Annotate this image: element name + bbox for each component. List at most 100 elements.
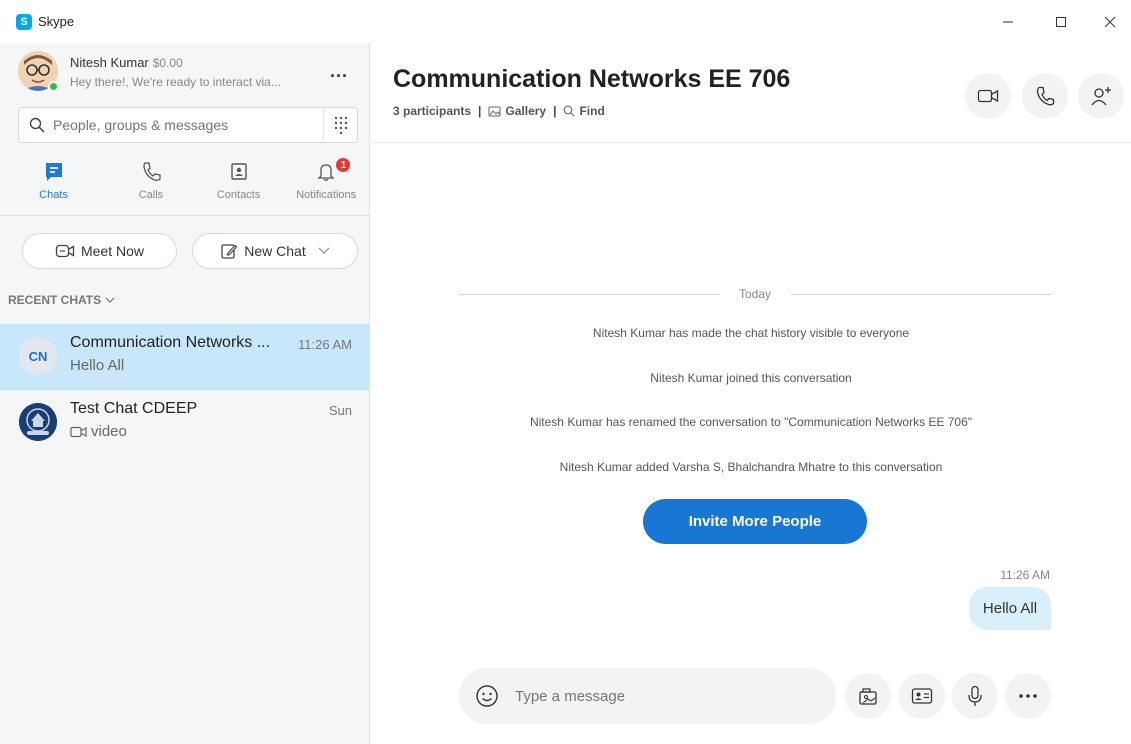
nav-tabs: Chats Calls Contacts 1 Notifications — [0, 157, 370, 216]
search-icon — [29, 117, 45, 133]
tab-chats-label: Chats — [39, 189, 68, 201]
invite-more-people-button[interactable]: Invite More People — [643, 499, 867, 544]
audio-call-button[interactable] — [1022, 73, 1068, 119]
chat-list-item[interactable]: CN Communication Networks ... Hello All … — [0, 324, 369, 390]
emoji-icon — [476, 685, 498, 707]
tab-notifications[interactable]: 1 Notifications — [282, 157, 370, 215]
chat-time: 11:26 AM — [298, 337, 352, 352]
search-box[interactable] — [18, 107, 358, 143]
close-icon — [1104, 16, 1116, 27]
tab-calls-label: Calls — [138, 189, 164, 201]
profile-mood: Hey there!, We're ready to interact via.… — [70, 75, 281, 89]
tab-calls[interactable]: Calls — [107, 161, 195, 215]
window-title-bar: S Skype — [0, 0, 1131, 43]
find-link[interactable]: Find — [579, 104, 604, 118]
conversation-meta: 3 participants | Gallery | Find — [393, 104, 605, 118]
profile-name: Nitesh Kumar $0.00 — [70, 55, 183, 70]
message-time: 11:26 AM — [1000, 568, 1050, 582]
system-message: Nitesh Kumar has renamed the conversatio… — [529, 415, 973, 429]
conversation-pane: Communication Networks EE 706 3 particip… — [371, 43, 1131, 744]
system-message: Nitesh Kumar has made the chat history v… — [592, 326, 910, 340]
group-logo-icon — [19, 403, 57, 441]
video-icon — [70, 426, 87, 437]
profile-credit: $0.00 — [152, 56, 183, 70]
chat-time: Sun — [328, 403, 352, 418]
day-label: Today — [459, 287, 1051, 301]
phone-icon — [143, 162, 161, 181]
chat-list-item[interactable]: Test Chat CDEEP video Sun — [0, 390, 369, 456]
avatar: CN — [19, 337, 57, 375]
video-call-button[interactable] — [965, 73, 1011, 119]
add-people-button[interactable] — [1078, 73, 1124, 119]
window-title: Skype — [38, 14, 75, 29]
phone-icon — [1036, 86, 1055, 106]
search-icon — [563, 105, 575, 117]
system-message: Nitesh Kumar joined this conversation — [650, 371, 852, 385]
chat-title: Test Chat CDEEP — [70, 400, 198, 417]
message-bubble[interactable]: Hello All — [969, 587, 1051, 630]
contact-card-icon — [911, 688, 933, 704]
chat-title: Communication Networks ... — [70, 334, 271, 351]
recent-chats-title: RECENT CHATS — [8, 293, 102, 307]
online-status-icon — [48, 81, 59, 92]
avatar — [19, 403, 57, 441]
message-input[interactable] — [515, 687, 795, 705]
media-icon — [859, 688, 877, 705]
voice-message-button[interactable] — [952, 673, 998, 719]
skype-logo-icon: S — [16, 13, 32, 30]
search-input[interactable] — [53, 117, 313, 133]
tab-chats[interactable]: Chats — [0, 161, 107, 215]
edit-icon — [221, 244, 238, 259]
meta-separator: | — [478, 104, 482, 118]
tab-contacts-label: Contacts — [216, 189, 261, 201]
meet-now-button[interactable]: Meet Now — [22, 233, 177, 269]
chat-preview-text: video — [91, 423, 127, 440]
maximize-button[interactable] — [1038, 0, 1084, 43]
tab-notifications-label: Notifications — [296, 189, 357, 201]
chevron-down-icon — [105, 297, 115, 304]
more-options-button[interactable] — [1005, 673, 1051, 719]
close-button[interactable] — [1087, 0, 1131, 43]
profile-card[interactable]: Nitesh Kumar $0.00 Hey there!, We're read… — [18, 51, 358, 101]
send-contact-button[interactable] — [899, 673, 945, 719]
emoji-button[interactable] — [475, 684, 499, 708]
chat-preview: video — [70, 423, 127, 440]
meet-now-label: Meet Now — [80, 243, 145, 259]
message-composer — [459, 668, 836, 724]
profile-name-text: Nitesh Kumar — [70, 55, 149, 70]
add-person-icon — [1091, 87, 1111, 106]
day-label-text: Today — [724, 287, 786, 301]
participants-link[interactable]: 3 participants — [393, 104, 471, 118]
contacts-icon — [230, 163, 247, 180]
video-icon — [977, 89, 999, 103]
gallery-icon — [488, 106, 501, 117]
conversation-header: Communication Networks EE 706 3 particip… — [371, 43, 1131, 143]
microphone-icon — [968, 685, 982, 706]
chat-preview-text: Hello All — [70, 357, 125, 374]
send-media-button[interactable] — [845, 673, 891, 719]
more-options-button[interactable]: ... — [330, 61, 348, 82]
recent-chats-header[interactable]: RECENT CHATS — [8, 293, 115, 307]
sidebar: Nitesh Kumar $0.00 Hey there!, We're read… — [0, 43, 370, 744]
conversation-title[interactable]: Communication Networks EE 706 — [393, 65, 790, 94]
tab-contacts[interactable]: Contacts — [195, 161, 283, 215]
minimize-button[interactable] — [985, 0, 1031, 43]
ellipsis-icon — [1019, 694, 1037, 698]
gallery-link[interactable]: Gallery — [505, 104, 546, 118]
day-divider: Today — [459, 286, 1051, 302]
chat-icon — [45, 163, 62, 181]
minimize-icon — [1003, 21, 1013, 22]
dialpad-icon — [334, 116, 347, 134]
bell-icon — [317, 164, 335, 182]
chevron-down-icon — [318, 247, 330, 255]
dialpad-button[interactable] — [323, 108, 357, 142]
maximize-icon — [1056, 16, 1066, 27]
meta-separator: | — [553, 104, 557, 118]
new-chat-label: New Chat — [244, 243, 306, 259]
new-chat-button[interactable]: New Chat — [192, 233, 358, 269]
meet-now-icon — [55, 244, 75, 258]
quick-actions: Meet Now New Chat — [22, 233, 358, 269]
chat-preview: Hello All — [70, 357, 124, 374]
system-message: Nitesh Kumar added Varsha S, Bhalchandra… — [559, 460, 943, 474]
notification-badge: 1 — [335, 157, 352, 173]
